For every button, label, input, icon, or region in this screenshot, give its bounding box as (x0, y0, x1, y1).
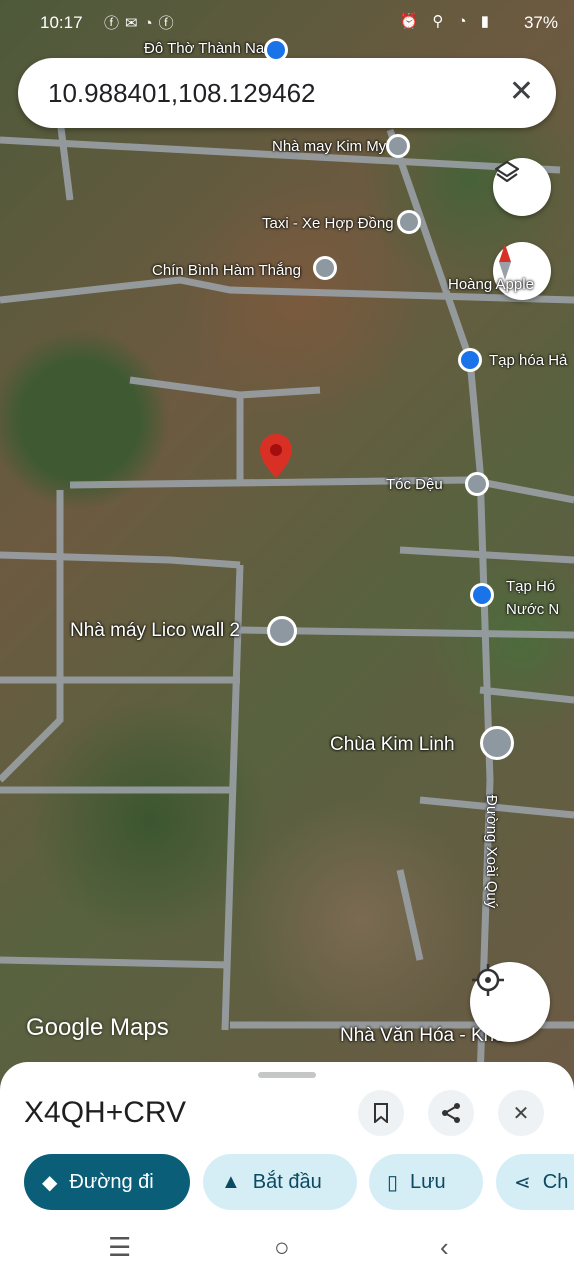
recents-icon[interactable]: ☰ (108, 1232, 131, 1263)
drag-handle[interactable] (258, 1072, 316, 1078)
share-icon-button[interactable] (428, 1090, 474, 1136)
share-chip-button[interactable]: ⋖ Ch (496, 1154, 574, 1210)
share-icon: ⋖ (514, 1171, 531, 1194)
system-icons: ⏰ ⚲ ◔ ▮ (399, 13, 494, 30)
close-sheet-button[interactable]: ✕ (498, 1090, 544, 1136)
map-view[interactable]: 10:17 ⓕ✉◔ⓕ ⏰ ⚲ ◔ ▮ 37% 10.988401,108.129… (0, 0, 574, 1080)
start-button[interactable]: ▲ Bắt đầu (203, 1154, 357, 1210)
notification-icons: ⓕ✉◔ⓕ (104, 15, 180, 32)
directions-icon: ◆ (42, 1171, 58, 1194)
back-icon[interactable]: ‹ (440, 1232, 449, 1263)
dropped-pin-icon[interactable] (258, 432, 294, 480)
search-bar[interactable]: 10.988401,108.129462 ✕ (18, 58, 556, 128)
system-nav-bar: ☰ ○ ‹ (0, 1218, 574, 1280)
place-pin-icon[interactable] (267, 616, 297, 646)
status-bar: 10:17 ⓕ✉◔ⓕ ⏰ ⚲ ◔ ▮ 37% (0, 0, 574, 46)
map-label[interactable]: Nhà may Kim My (272, 138, 386, 155)
directions-button[interactable]: ◆ Đường đi (24, 1154, 190, 1210)
bookmark-icon: ▯ (387, 1171, 399, 1194)
map-label[interactable]: Nước N (506, 601, 559, 618)
map-label[interactable]: Taxi - Xe Hợp Đồng (262, 215, 394, 232)
place-pin-icon[interactable] (386, 134, 410, 158)
bookmark-icon (374, 1103, 388, 1123)
close-icon[interactable]: ✕ (509, 74, 534, 109)
close-icon: ✕ (512, 1102, 530, 1125)
start-label: Bắt đầu (252, 1170, 322, 1193)
search-query[interactable]: 10.988401,108.129462 (48, 78, 316, 109)
map-label[interactable]: Tạp Hó (506, 578, 555, 595)
road-network (0, 119, 574, 1080)
plus-code-title: X4QH+CRV (24, 1096, 187, 1129)
share-icon (442, 1103, 460, 1123)
map-label[interactable]: Chín Bình Hàm Thắng (152, 262, 301, 279)
battery-percent: 37% (523, 13, 558, 32)
home-icon[interactable]: ○ (274, 1232, 290, 1263)
place-pin-icon[interactable] (313, 256, 337, 280)
road-label: Đường Xoài Quý (483, 795, 500, 909)
layers-button[interactable] (493, 158, 551, 216)
place-pin-icon[interactable] (397, 210, 421, 234)
clock: 10:17 (40, 13, 83, 32)
layers-icon (494, 160, 520, 183)
navigation-arrow-icon: ▲ (221, 1170, 241, 1193)
share-label: Ch (542, 1170, 569, 1193)
place-pin-icon[interactable] (465, 472, 489, 496)
place-pin-icon[interactable] (264, 38, 288, 62)
my-location-button[interactable] (470, 962, 550, 1042)
save-button[interactable]: ▯ Lưu (369, 1154, 483, 1210)
save-label: Lưu (410, 1170, 446, 1193)
shop-pin-icon[interactable] (458, 348, 482, 372)
shop-pin-icon[interactable] (470, 583, 494, 607)
map-label[interactable]: Chùa Kim Linh (330, 734, 455, 756)
map-label[interactable]: Hoàng Apple (448, 276, 534, 293)
map-label[interactable]: Tóc Dệu (386, 476, 443, 493)
map-label[interactable]: Đô Thờ Thành Nam (144, 40, 277, 57)
crosshair-icon (472, 964, 504, 996)
temple-pin-icon[interactable] (480, 726, 514, 760)
directions-label: Đường đi (69, 1170, 154, 1193)
google-maps-logo: Google Maps (26, 1014, 169, 1041)
map-label[interactable]: Nhà máy Lico wall 2 (70, 620, 240, 642)
save-icon-button[interactable] (358, 1090, 404, 1136)
map-label[interactable]: Tạp hóa Hả (489, 352, 567, 369)
